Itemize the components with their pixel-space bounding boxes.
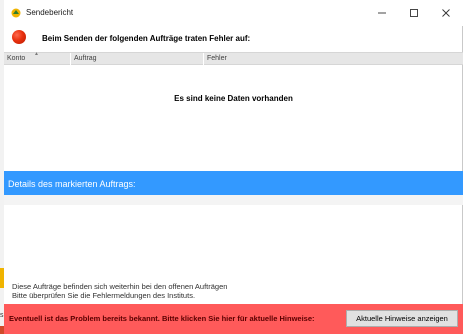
title-bar[interactable]: Sendebericht: [4, 0, 463, 26]
alert-message: Eventuell ist das Problem bereits bekann…: [9, 314, 315, 323]
error-header-text: Beim Senden der folgenden Aufträge trate…: [42, 34, 251, 43]
column-separator[interactable]: [203, 53, 204, 65]
background-side-text: s: [0, 312, 4, 319]
maximize-icon: [410, 9, 418, 17]
column-header-konto[interactable]: Konto: [7, 55, 25, 62]
app-icon: [11, 8, 21, 18]
window-title: Sendebericht: [26, 8, 74, 17]
info-text-line-2: Bitte überprüfen Sie die Fehlermeldungen…: [12, 291, 196, 300]
send-report-window: Sendebericht Beim Senden der folgenden A…: [4, 0, 463, 334]
error-status-icon: [12, 30, 26, 44]
error-header: Beim Senden der folgenden Aufträge trate…: [4, 26, 463, 50]
column-header-fehler[interactable]: Fehler: [207, 55, 227, 62]
maximize-button[interactable]: [398, 0, 430, 26]
details-title: Details des markierten Auftrags:: [8, 179, 136, 189]
minimize-button[interactable]: [366, 0, 398, 26]
close-button[interactable]: [430, 0, 462, 26]
grid-header: Konto ▲ Auftrag Fehler: [4, 51, 463, 65]
minimize-icon: [378, 12, 386, 14]
info-text-line-1: Diese Aufträge befinden sich weiterhin b…: [12, 282, 228, 291]
details-bar: Details des markierten Auftrags:: [4, 171, 463, 195]
column-header-auftrag[interactable]: Auftrag: [74, 55, 97, 62]
show-notes-button[interactable]: Aktuelle Hinweise anzeigen: [346, 310, 458, 327]
details-subheader: [4, 195, 463, 205]
alert-bar: Eventuell ist das Problem bereits bekann…: [4, 304, 463, 334]
column-separator[interactable]: [70, 53, 71, 65]
sort-ascending-icon: ▲: [34, 51, 39, 57]
grid-empty-message: Es sind keine Daten vorhanden: [174, 94, 293, 103]
close-icon: [442, 9, 450, 17]
